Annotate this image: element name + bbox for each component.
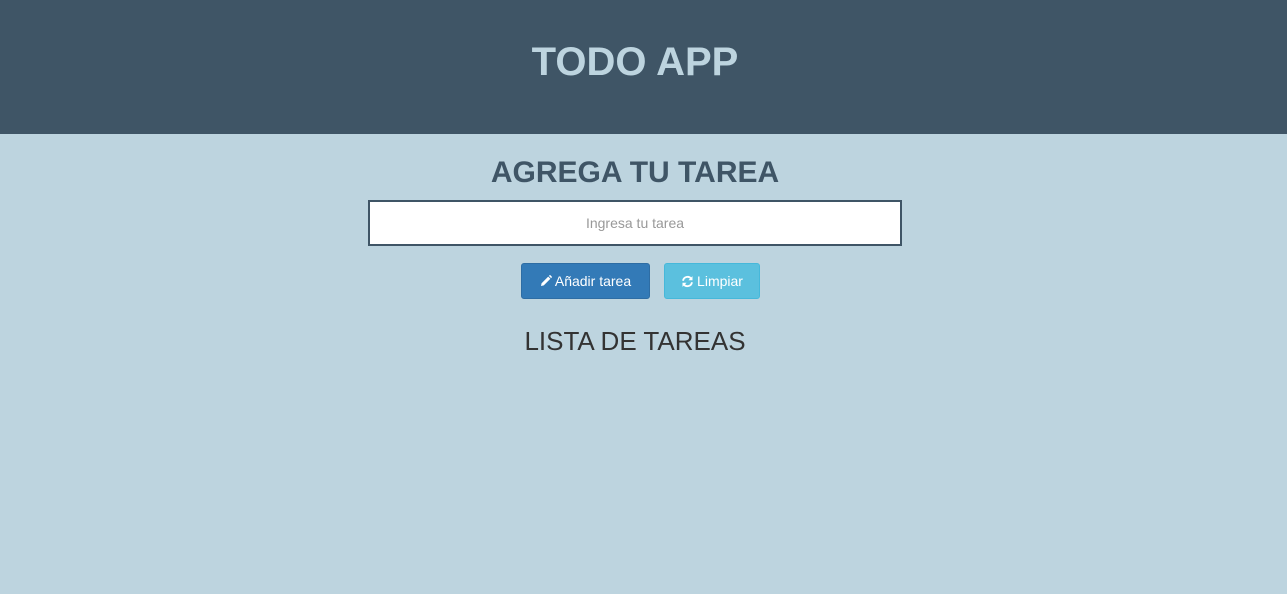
clear-button-label: Limpiar [697,273,743,289]
add-task-heading: AGREGA TU TAREA [490,156,780,189]
add-task-button[interactable]: Añadir tarea [521,263,650,299]
task-list-heading: LISTA DE TAREAS [524,326,746,356]
app-header: TODO APP [0,0,1287,134]
pencil-icon [540,275,552,287]
clear-button[interactable]: Limpiar [664,263,760,299]
add-task-button-label: Añadir tarea [554,273,632,289]
task-input[interactable] [368,200,902,246]
refresh-icon [681,275,694,288]
main-content: AGREGA TU TAREA Añadir tarea Limpiar LIS… [0,134,1287,594]
app-title: TODO APP [531,40,739,84]
